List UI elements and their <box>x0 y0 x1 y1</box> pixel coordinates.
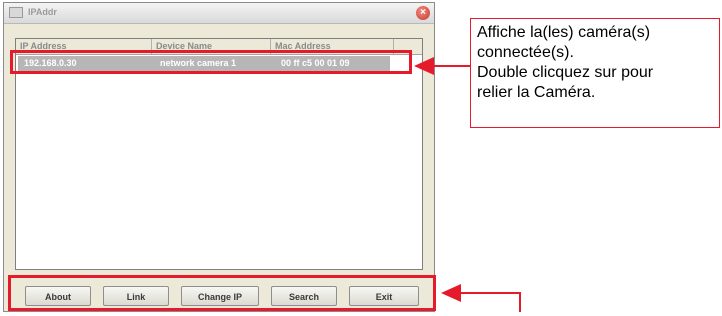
callout-line-4: relier la Caméra. <box>477 84 596 101</box>
window-title: IPAddr <box>28 7 57 17</box>
title-bar[interactable]: IPAddr × <box>4 3 434 24</box>
callout-line-3: Double clicquez sur pour <box>477 64 654 81</box>
close-button[interactable]: × <box>416 6 430 20</box>
app-icon <box>9 7 23 18</box>
buttons-highlight-box <box>8 275 436 311</box>
ipaddr-window: IPAddr × IP Address Device Name Mac Addr… <box>3 2 435 312</box>
callout-line-1: Affiche la(les) caméra(s) <box>477 24 651 41</box>
close-icon: × <box>420 7 426 18</box>
list-highlight-box <box>10 50 412 74</box>
callout-line-2: connectée(s). <box>477 44 574 61</box>
arrow-to-buttons-icon <box>441 284 521 312</box>
callout-box: Affiche la(les) caméra(s) connectée(s). … <box>470 18 720 128</box>
